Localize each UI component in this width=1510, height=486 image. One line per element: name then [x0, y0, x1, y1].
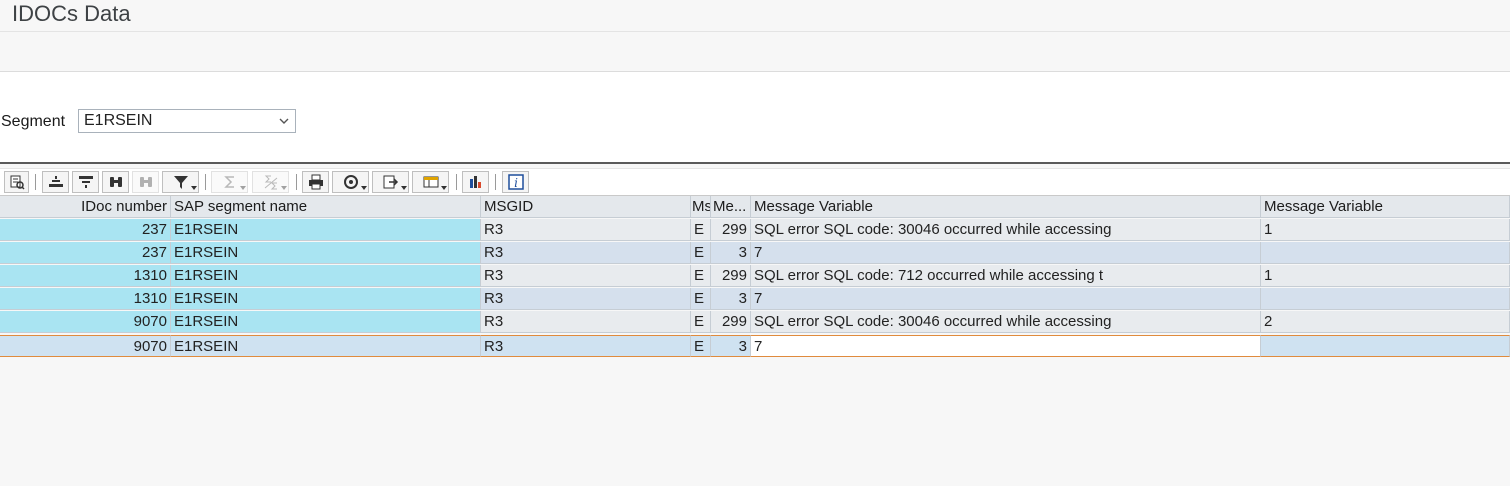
segment-value: E1RSEIN — [84, 112, 153, 129]
column-header-msgty[interactable]: Ms — [691, 196, 711, 218]
message-variable-cell[interactable]: SQL error SQL code: 712 occurred while a… — [751, 265, 1261, 287]
segment-dropdown[interactable]: E1RSEIN — [78, 109, 296, 133]
column-header-message-variable-2[interactable]: Message Variable — [1261, 196, 1510, 218]
idoc-number-cell[interactable]: 237 — [0, 219, 171, 241]
svg-text:i: i — [514, 176, 518, 190]
total-icon[interactable] — [211, 171, 248, 193]
alv-toolbar: i — [0, 168, 1510, 196]
idoc-number-cell[interactable]: 9070 — [0, 311, 171, 333]
segment-name-cell[interactable]: E1RSEIN — [171, 265, 481, 287]
toolbar-separator — [495, 174, 496, 190]
table-row[interactable]: 237 E1RSEIN R3 E 299 SQL error SQL code:… — [0, 219, 1510, 242]
table-row[interactable]: 237 E1RSEIN R3 E 3 7 — [0, 242, 1510, 265]
toolbar-separator — [205, 174, 206, 190]
idoc-number-cell[interactable]: 9070 — [0, 335, 171, 357]
idoc-number-cell[interactable]: 1310 — [0, 288, 171, 310]
sort-descending-icon[interactable] — [72, 171, 99, 193]
msgno-cell[interactable]: 299 — [711, 311, 751, 333]
msgty-cell[interactable]: E — [691, 219, 711, 241]
msgty-cell[interactable]: E — [691, 335, 711, 357]
msgid-cell[interactable]: R3 — [481, 288, 691, 310]
msgty-cell[interactable]: E — [691, 265, 711, 287]
print-icon[interactable] — [302, 171, 329, 193]
column-header-idoc-number[interactable]: IDoc number — [0, 196, 171, 218]
message-variable-2-cell[interactable] — [1261, 288, 1510, 310]
column-header-segment-name[interactable]: SAP segment name — [171, 196, 481, 218]
filter-icon[interactable] — [162, 171, 199, 193]
export-icon[interactable] — [372, 171, 409, 193]
msgty-cell[interactable]: E — [691, 242, 711, 264]
find-icon[interactable] — [102, 171, 129, 193]
column-header-msgno[interactable]: Me... — [711, 196, 751, 218]
title-bar: IDOCs Data — [0, 0, 1510, 32]
find-next-icon[interactable] — [132, 171, 159, 193]
msgno-cell[interactable]: 299 — [711, 265, 751, 287]
segment-label: Segment — [1, 113, 66, 130]
segment-name-cell[interactable]: E1RSEIN — [171, 242, 481, 264]
column-header-msgid[interactable]: MSGID — [481, 196, 691, 218]
details-icon[interactable] — [4, 171, 29, 193]
msgid-cell[interactable]: R3 — [481, 335, 691, 357]
segment-name-cell[interactable]: E1RSEIN — [171, 335, 481, 357]
message-variable-2-cell[interactable]: 1 — [1261, 265, 1510, 287]
msgid-cell[interactable]: R3 — [481, 265, 691, 287]
subtotal-icon[interactable] — [252, 171, 289, 193]
info-icon[interactable]: i — [502, 171, 529, 193]
application-toolbar — [0, 32, 1510, 72]
msgty-cell[interactable]: E — [691, 288, 711, 310]
message-variable-2-cell[interactable]: 1 — [1261, 219, 1510, 241]
toolbar-separator — [296, 174, 297, 190]
msgty-cell[interactable]: E — [691, 311, 711, 333]
msgid-cell[interactable]: R3 — [481, 311, 691, 333]
idoc-number-cell[interactable]: 237 — [0, 242, 171, 264]
msgno-cell[interactable]: 3 — [711, 242, 751, 264]
msgno-cell[interactable]: 299 — [711, 219, 751, 241]
toolbar-separator — [35, 174, 36, 190]
segment-name-cell[interactable]: E1RSEIN — [171, 311, 481, 333]
alv-grid-container: i IDoc number SAP segment name MSGID Ms … — [0, 162, 1510, 486]
msgid-cell[interactable]: R3 — [481, 219, 691, 241]
sort-ascending-icon[interactable] — [42, 171, 69, 193]
table-row[interactable]: 9070 E1RSEIN R3 E 299 SQL error SQL code… — [0, 311, 1510, 334]
message-variable-cell[interactable]: 7 — [751, 242, 1261, 264]
window-title: IDOCs Data — [12, 1, 131, 26]
header-row: IDoc number SAP segment name MSGID Ms Me… — [0, 196, 1510, 219]
message-variable-2-cell[interactable] — [1261, 335, 1510, 357]
view-icon[interactable] — [332, 171, 369, 193]
column-header-message-variable-1[interactable]: Message Variable — [751, 196, 1261, 218]
graphic-icon[interactable] — [462, 171, 489, 193]
msgno-cell[interactable]: 3 — [711, 335, 751, 357]
message-variable-cell[interactable]: SQL error SQL code: 30046 occurred while… — [751, 311, 1261, 333]
segment-name-cell[interactable]: E1RSEIN — [171, 219, 481, 241]
idoc-number-cell[interactable]: 1310 — [0, 265, 171, 287]
msgid-cell[interactable]: R3 — [481, 242, 691, 264]
layout-icon[interactable] — [412, 171, 449, 193]
msgno-cell[interactable]: 3 — [711, 288, 751, 310]
table-row[interactable]: 1310 E1RSEIN R3 E 3 7 — [0, 288, 1510, 311]
message-variable-cell[interactable]: 7 — [751, 288, 1261, 310]
message-variable-cell[interactable]: 7 — [751, 335, 1261, 357]
message-variable-cell[interactable]: SQL error SQL code: 30046 occurred while… — [751, 219, 1261, 241]
table-row[interactable]: 1310 E1RSEIN R3 E 299 SQL error SQL code… — [0, 265, 1510, 288]
segment-name-cell[interactable]: E1RSEIN — [171, 288, 481, 310]
table-row-selected[interactable]: 9070 E1RSEIN R3 E 3 7 — [0, 335, 1510, 358]
message-variable-2-cell[interactable]: 2 — [1261, 311, 1510, 333]
message-variable-2-cell[interactable] — [1261, 242, 1510, 264]
chevron-down-icon[interactable] — [277, 111, 291, 131]
toolbar-separator — [456, 174, 457, 190]
